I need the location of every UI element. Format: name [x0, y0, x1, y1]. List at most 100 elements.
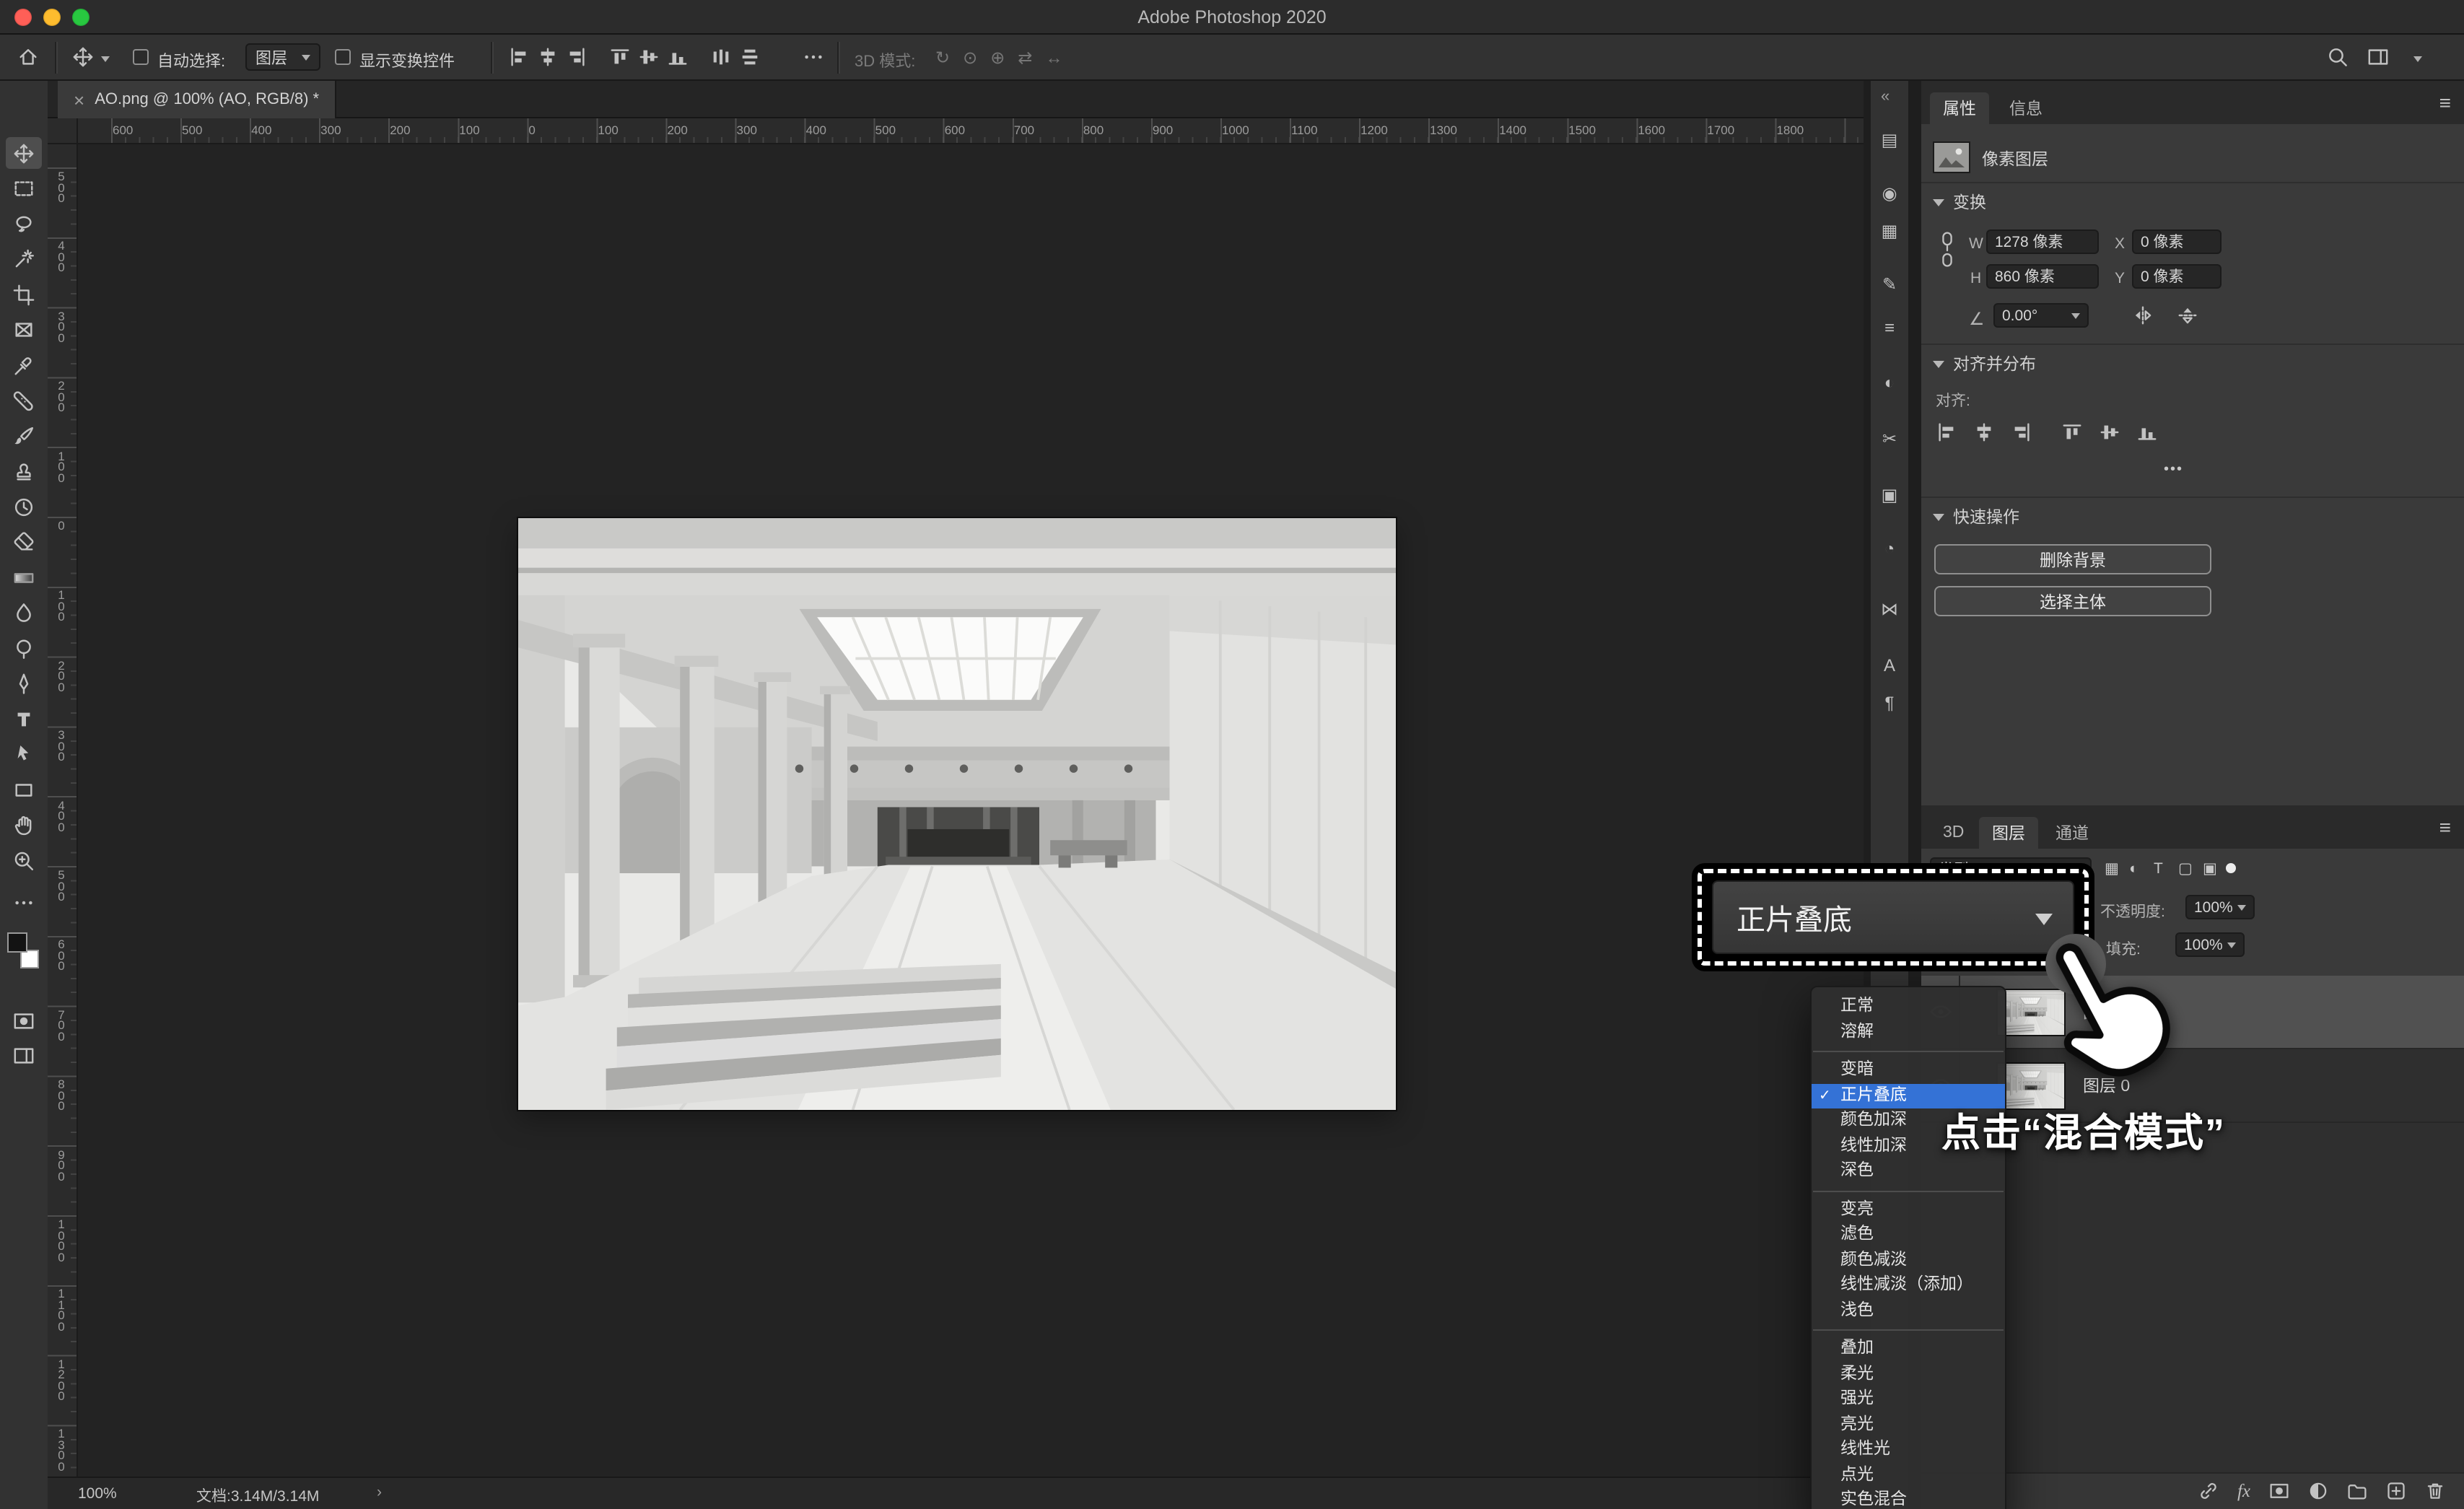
align-right-edges-icon[interactable] — [2011, 421, 2032, 443]
flip-vertical-icon[interactable] — [2177, 305, 2198, 326]
height-field[interactable]: 860 像素 — [1986, 264, 2099, 289]
filter-toggle-icon[interactable] — [2226, 863, 2236, 873]
add-mask-icon[interactable] — [2269, 1482, 2289, 1502]
tab-info[interactable]: 信息 — [1996, 92, 2055, 124]
align-vertical-centers-icon[interactable] — [638, 46, 660, 68]
align-horizontal-centers-icon[interactable] — [1973, 421, 1995, 443]
distribute-horizontal-icon[interactable] — [710, 46, 732, 68]
brush-settings-panel-icon[interactable]: ✎ — [1871, 274, 1908, 294]
rotation-field[interactable]: 0.00° — [1993, 303, 2089, 328]
blend-mode-option[interactable]: 溶解 — [1812, 1020, 2005, 1045]
workspace-icon[interactable] — [2367, 46, 2389, 68]
status-popup-chevron[interactable]: › — [377, 1484, 382, 1501]
blend-mode-option[interactable]: 深色 — [1812, 1159, 2005, 1184]
ruler-corner[interactable] — [48, 118, 78, 144]
tab-properties[interactable]: 属性 — [1930, 92, 1989, 124]
hand-tool[interactable] — [6, 809, 42, 841]
link-layers-icon[interactable] — [2198, 1482, 2219, 1502]
blend-mode-option[interactable]: 叠加 — [1812, 1337, 2005, 1362]
section-quick-actions[interactable]: 快速操作 — [1933, 505, 2019, 528]
paragraph-panel-icon[interactable]: ¶ — [1871, 693, 1908, 713]
pen-tool[interactable] — [6, 668, 42, 699]
search-icon[interactable] — [2327, 46, 2349, 68]
type-tool[interactable] — [6, 703, 42, 735]
blend-mode-option[interactable]: 柔光 — [1812, 1362, 2005, 1387]
eraser-tool[interactable] — [6, 526, 42, 558]
rectangle-tool[interactable] — [6, 774, 42, 805]
properties-panel-icon[interactable]: ≡ — [1871, 318, 1908, 338]
histogram-panel-icon[interactable]: ▤ — [1871, 130, 1908, 150]
frame-tool[interactable] — [6, 314, 42, 346]
blend-mode-option[interactable]: 强光 — [1812, 1387, 2005, 1412]
clone-stamp-tool[interactable] — [6, 455, 42, 487]
adjustment-layer-icon[interactable] — [2308, 1482, 2328, 1502]
blend-mode-option[interactable]: 滤色 — [1812, 1222, 2005, 1248]
align-top-edges-icon[interactable] — [609, 46, 631, 68]
spot-healing-tool[interactable] — [6, 385, 42, 416]
y-field[interactable]: 0 像素 — [2132, 264, 2221, 289]
styles-panel-icon[interactable]: ▣ — [1871, 485, 1908, 505]
blend-mode-option[interactable]: 点光 — [1812, 1463, 2005, 1488]
blend-mode-option[interactable]: 线性减淡（添加） — [1812, 1273, 2005, 1298]
edit-toolbar-icon[interactable] — [6, 886, 42, 918]
fill-field[interactable]: 100% — [2175, 932, 2245, 957]
delete-layer-icon[interactable] — [2425, 1482, 2445, 1502]
filter-pixel-layers-icon[interactable]: ▦ — [2105, 860, 2119, 878]
filter-type-layers-icon[interactable]: T — [2154, 860, 2163, 878]
blend-mode-option[interactable]: 变暗 — [1812, 1058, 2005, 1083]
filter-shape-layers-icon[interactable]: ▢ — [2178, 860, 2193, 878]
align-horizontal-centers-icon[interactable] — [537, 46, 559, 68]
timeline-panel-icon[interactable]: ◔ — [1871, 538, 1908, 559]
vertical-ruler[interactable]: 5 0 04 0 03 0 02 0 01 0 001 0 02 0 03 0 … — [48, 144, 78, 1477]
align-left-edges-icon[interactable] — [1936, 421, 1957, 443]
tab-3d[interactable]: 3D — [1930, 817, 1977, 849]
magic-wand-tool[interactable] — [6, 243, 42, 275]
x-field[interactable]: 0 像素 — [2132, 229, 2221, 254]
adjustments-panel-icon[interactable]: ◐ — [1871, 372, 1908, 393]
panel-menu-icon[interactable]: ≡ — [2439, 815, 2451, 839]
flip-horizontal-icon[interactable] — [2132, 305, 2154, 326]
expand-panels-chevron[interactable]: « — [1881, 88, 1889, 105]
blend-mode-option[interactable]: 颜色减淡 — [1812, 1248, 2005, 1273]
section-transform[interactable]: 变换 — [1933, 191, 1986, 214]
canvas-area[interactable] — [78, 144, 1864, 1477]
libraries-panel-icon[interactable]: ⋈ — [1871, 599, 1908, 619]
brush-tool[interactable] — [6, 420, 42, 452]
blend-mode-option[interactable]: 浅色 — [1812, 1298, 2005, 1324]
tab-channels[interactable]: 通道 — [2043, 817, 2102, 849]
path-selection-tool[interactable] — [6, 738, 42, 770]
align-left-edges-icon[interactable] — [508, 46, 530, 68]
home-icon[interactable] — [17, 46, 39, 68]
workspace-chevron-icon[interactable] — [2413, 56, 2422, 66]
show-transform-checkbox[interactable] — [335, 49, 351, 65]
more-align-options-icon[interactable] — [803, 46, 824, 68]
color-swatches[interactable] — [7, 932, 42, 970]
3d-rotate-icon[interactable]: ↻ — [935, 48, 950, 68]
panel-menu-icon[interactable]: ≡ — [2439, 91, 2451, 114]
close-tab-icon[interactable]: × — [74, 89, 84, 110]
clone-source-panel-icon[interactable]: ✂ — [1871, 429, 1908, 449]
eyedropper-tool[interactable] — [6, 349, 42, 381]
character-panel-icon[interactable]: A — [1871, 655, 1908, 675]
info-panel-icon[interactable]: ▦ — [1871, 221, 1908, 241]
new-group-icon[interactable] — [2347, 1482, 2367, 1502]
3d-roll-icon[interactable]: ⊙ — [963, 48, 977, 68]
opacity-field[interactable]: 100% — [2185, 895, 2255, 919]
zoom-level[interactable]: 100% — [78, 1485, 117, 1503]
blend-mode-option[interactable]: 亮光 — [1812, 1412, 2005, 1438]
width-field[interactable]: 1278 像素 — [1986, 229, 2099, 254]
zoom-tool[interactable] — [6, 844, 42, 876]
document-tab[interactable]: × AO.png @ 100% (AO, RGB/8) * — [58, 81, 336, 118]
tab-layers[interactable]: 图层 — [1979, 817, 2038, 849]
crop-tool[interactable] — [6, 279, 42, 310]
select-subject-button[interactable]: 选择主体 — [1934, 586, 2211, 616]
foreground-color-swatch[interactable] — [7, 932, 27, 953]
filter-adjustment-layers-icon[interactable]: ◐ — [2129, 860, 2138, 878]
current-tool-icon[interactable] — [72, 46, 94, 68]
blend-mode-option[interactable]: 实色混合 — [1812, 1488, 2005, 1509]
screen-mode-icon[interactable] — [6, 1039, 42, 1071]
blend-mode-option[interactable]: 变亮 — [1812, 1197, 2005, 1222]
align-top-edges-icon[interactable] — [2061, 421, 2083, 443]
rectangular-marquee-tool[interactable] — [6, 172, 42, 204]
new-layer-icon[interactable] — [2386, 1482, 2406, 1502]
